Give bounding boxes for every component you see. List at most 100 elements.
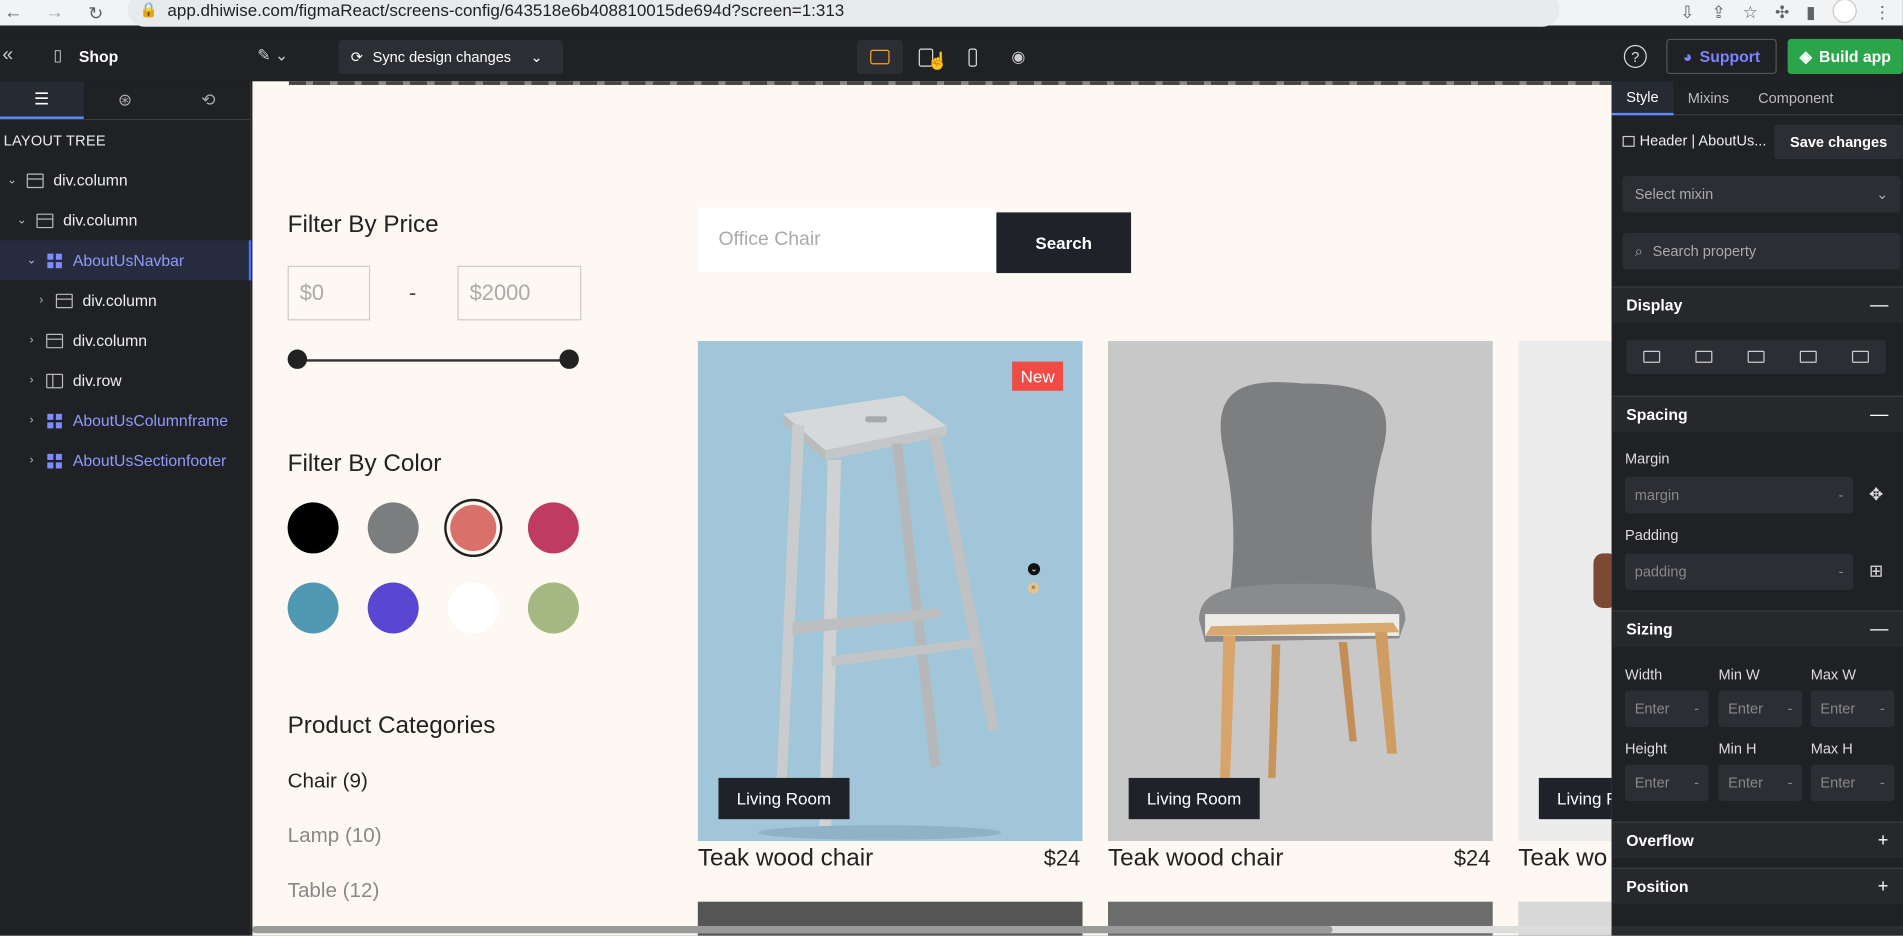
category-tag[interactable]: Living Room (718, 777, 850, 820)
category-tag[interactable]: Living R (1538, 777, 1612, 820)
section-overflow[interactable]: Overflow + (1611, 821, 1903, 859)
product-name[interactable]: Teak wood chair (1108, 845, 1283, 873)
share-icon[interactable]: ⇪ (1711, 2, 1725, 23)
tree-item[interactable]: › AboutUsColumnframe (0, 400, 251, 440)
price-slider-min-handle[interactable] (287, 349, 308, 369)
section-spacing[interactable]: Spacing — (1611, 395, 1903, 433)
tree-item[interactable]: › AboutUsSectionfooter (0, 441, 251, 481)
color-swatch[interactable] (287, 502, 339, 554)
min-height-input[interactable]: Enter - (1718, 764, 1803, 801)
max-width-input[interactable]: Enter - (1810, 690, 1895, 727)
forward-icon[interactable]: → (41, 2, 68, 23)
category-item[interactable]: Table (12) (288, 879, 380, 903)
edit-icon[interactable]: ✎ ⌄ (257, 46, 288, 65)
price-slider-max-handle[interactable] (559, 349, 579, 369)
tab-component[interactable]: Component (1744, 81, 1848, 115)
padding-input[interactable]: padding - (1625, 553, 1854, 590)
color-swatch-selected[interactable] (450, 504, 497, 551)
build-app-button[interactable]: ◈ Build app (1787, 38, 1903, 75)
collapse-icon[interactable]: — (1870, 404, 1888, 425)
save-changes-button[interactable]: Save changes (1774, 125, 1903, 159)
color-swatch[interactable] (447, 582, 499, 634)
sync-design-button[interactable]: ⟳ Sync design changes ⌄ (338, 40, 564, 75)
color-swatch[interactable] (527, 502, 579, 554)
install-icon[interactable]: ⇩ (1680, 2, 1694, 23)
tree-item-selected[interactable]: ⌄ AboutUsNavbar (0, 240, 252, 281)
category-item[interactable]: Lamp (10) (288, 824, 382, 848)
bookmark-star-icon[interactable]: ☆ (1743, 2, 1758, 23)
chevron-right-icon[interactable]: › (24, 334, 39, 347)
price-slider-track[interactable] (297, 359, 570, 362)
menu-dots-icon[interactable]: ⋮ (1874, 2, 1891, 23)
product-name[interactable]: Teak wood chair (698, 845, 873, 873)
right-panel-scrollbar[interactable] (1611, 925, 1903, 936)
tab-navigation[interactable]: ⊛ (83, 81, 166, 119)
section-sizing[interactable]: Sizing — (1611, 610, 1903, 647)
tab-style[interactable]: Style (1611, 80, 1674, 115)
reload-icon[interactable]: ↻ (83, 2, 110, 24)
tab-code[interactable]: ⟲ (167, 81, 250, 119)
color-swatch[interactable] (527, 582, 579, 634)
price-max-input[interactable]: $2000 (457, 265, 582, 321)
color-swatch[interactable] (287, 582, 339, 634)
expand-icon[interactable]: + (1878, 830, 1889, 851)
chevron-down-icon[interactable]: ⌄ (15, 214, 30, 227)
width-input[interactable]: Enter - (1625, 690, 1709, 727)
product-card[interactable]: New Living Room ⌄ × (697, 341, 1083, 842)
min-width-input[interactable]: Enter - (1718, 690, 1803, 727)
design-canvas[interactable]: Filter By Price $0 - $2000 Filter By Col… (252, 81, 1612, 936)
tree-item[interactable]: ⌄ div.column (0, 200, 251, 240)
max-height-input[interactable]: Enter - (1810, 764, 1895, 801)
collapse-icon[interactable]: — (1870, 295, 1888, 316)
display-none-icon[interactable] (1851, 350, 1869, 363)
category-tag[interactable]: Living Room (1128, 777, 1260, 820)
search-property-input[interactable]: ⌕ Search property (1622, 233, 1901, 270)
address-bar[interactable]: 🔒 app.dhiwise.com/figmaReact/screens-con… (127, 0, 1560, 27)
chevron-down-icon[interactable]: ⌄ (5, 174, 20, 187)
display-inline-icon[interactable] (1799, 350, 1817, 363)
mixin-select[interactable]: Select mixin ⌄ (1622, 175, 1901, 213)
tab-layout-tree[interactable]: ☰ (0, 81, 84, 119)
sidebar-icon[interactable]: ▮ (1806, 2, 1815, 23)
collapse-icon[interactable]: — (1870, 619, 1888, 640)
desktop-view-button[interactable] (856, 40, 903, 75)
profile-avatar[interactable] (1832, 0, 1857, 23)
product-card[interactable]: Living R (1518, 341, 1612, 842)
expand-icon[interactable]: + (1878, 876, 1889, 897)
display-grid-icon[interactable] (1747, 350, 1765, 363)
hotspot-icon[interactable]: ⌄ (1027, 563, 1041, 576)
extensions-icon[interactable]: ✣ (1775, 2, 1789, 23)
search-button[interactable]: Search (996, 212, 1132, 274)
product-name[interactable]: Teak wo (1518, 845, 1611, 873)
preview-button[interactable]: ◉ (995, 40, 1041, 74)
tree-item[interactable]: ⌄ div.column (0, 160, 251, 200)
section-position[interactable]: Position + (1611, 867, 1903, 905)
price-min-input[interactable]: $0 (287, 265, 371, 321)
chevron-right-icon[interactable]: › (24, 414, 39, 427)
display-flex-icon[interactable] (1695, 350, 1713, 363)
section-display[interactable]: Display — (1611, 286, 1903, 323)
color-swatch[interactable] (367, 582, 419, 634)
mobile-view-button[interactable] (949, 40, 995, 74)
display-block-icon[interactable] (1643, 350, 1661, 363)
help-icon[interactable]: ? (1623, 44, 1647, 68)
tab-mixins[interactable]: Mixins (1673, 81, 1743, 115)
hotspot-icon[interactable]: × (1027, 582, 1039, 594)
category-item[interactable]: Chair (9) (288, 769, 368, 793)
product-search-input[interactable]: Office Chair (697, 207, 997, 272)
product-card[interactable]: Living Room (1108, 341, 1493, 842)
move-icon[interactable]: ✥ (1869, 484, 1883, 505)
back-icon[interactable]: ← (0, 2, 27, 23)
chevron-down-icon[interactable]: ⌄ (24, 254, 39, 267)
tree-item[interactable]: › div.row (0, 360, 251, 400)
tree-item[interactable]: › div.column (0, 280, 251, 320)
support-button[interactable]: ◕ Support (1666, 38, 1777, 75)
chevron-right-icon[interactable]: › (24, 454, 39, 467)
tree-item[interactable]: › div.column (0, 320, 251, 360)
collapse-sidebar-icon[interactable]: « (2, 45, 13, 67)
padding-box-icon[interactable]: ⊞ (1869, 561, 1883, 582)
scrollbar-thumb[interactable] (252, 925, 1333, 934)
margin-input[interactable]: margin - (1625, 476, 1854, 514)
chevron-right-icon[interactable]: › (34, 294, 49, 307)
canvas-scrollbar[interactable] (252, 925, 1612, 934)
